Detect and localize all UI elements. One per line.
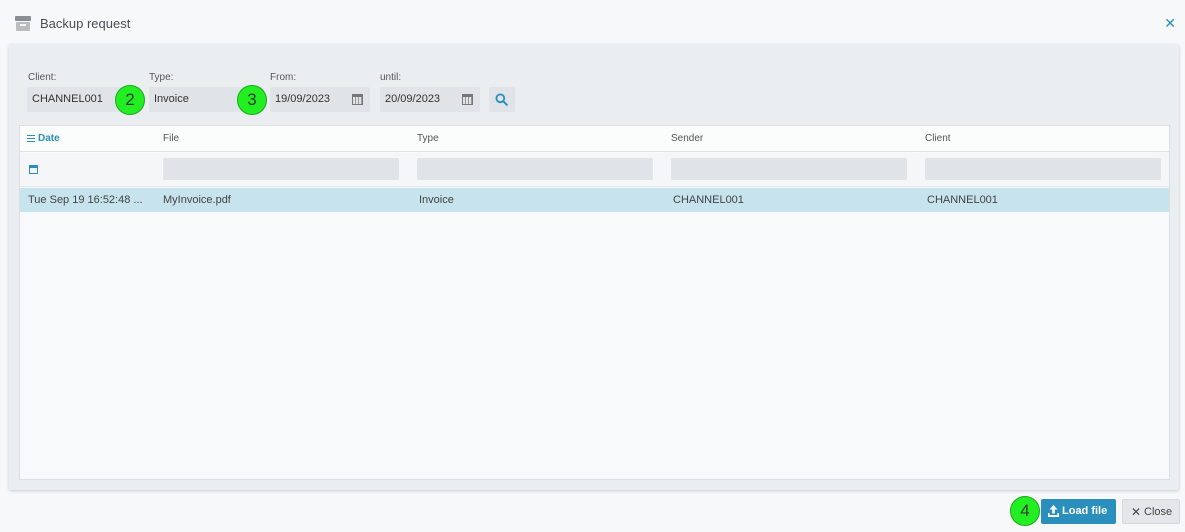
- from-date-value: 19/09/2023: [275, 93, 331, 105]
- search-icon: [495, 93, 508, 106]
- load-file-label: Load file: [1062, 505, 1108, 517]
- file-filter-input[interactable]: [163, 158, 399, 180]
- load-file-button[interactable]: Load file: [1041, 499, 1116, 524]
- step-marker: 4: [1010, 496, 1040, 526]
- until-date-value: 20/09/2023: [385, 93, 441, 105]
- column-header-date[interactable]: Date: [27, 133, 60, 144]
- cell-file: MyInvoice.pdf: [163, 194, 231, 206]
- from-label: From:: [270, 72, 297, 83]
- until-label: until:: [380, 72, 402, 83]
- close-icon: ✕: [1131, 505, 1142, 519]
- grid-header: Date File Type Sender Client: [20, 126, 1169, 152]
- archive-box-icon: [15, 16, 31, 31]
- cell-type: Invoice: [419, 194, 454, 206]
- cell-client: CHANNEL001: [927, 194, 998, 206]
- type-filter-input[interactable]: [417, 158, 653, 180]
- client-value: CHANNEL001: [32, 93, 103, 105]
- type-label: Type:: [149, 72, 174, 83]
- close-button[interactable]: ✕ Close: [1122, 499, 1180, 524]
- until-date-field[interactable]: 20/09/2023: [380, 87, 480, 112]
- sender-filter-input[interactable]: [671, 158, 907, 180]
- calendar-icon[interactable]: [462, 94, 473, 105]
- filter-row: [20, 153, 1169, 187]
- calendar-icon[interactable]: [352, 94, 363, 105]
- column-header-sender[interactable]: Sender: [671, 133, 703, 144]
- type-value: Invoice: [154, 93, 189, 105]
- step-marker: 2: [115, 85, 145, 115]
- table-row[interactable]: Tue Sep 19 16:52:48 ... MyInvoice.pdf In…: [20, 188, 1169, 212]
- client-label: Client:: [28, 72, 57, 83]
- calendar-icon[interactable]: [29, 165, 38, 174]
- column-header-file[interactable]: File: [163, 133, 179, 144]
- results-grid: Date File Type Sender Client Tue Sep 19 …: [19, 125, 1170, 480]
- step-marker: 3: [237, 85, 267, 115]
- search-button[interactable]: [489, 87, 515, 112]
- client-filter-input[interactable]: [925, 158, 1161, 180]
- column-header-client[interactable]: Client: [925, 133, 951, 144]
- cell-date: Tue Sep 19 16:52:48 ...: [28, 194, 143, 206]
- upload-icon: [1048, 505, 1059, 517]
- title-bar: Backup request ✕: [0, 0, 1185, 46]
- column-header-type[interactable]: Type: [417, 133, 439, 144]
- close-icon[interactable]: ✕: [1164, 16, 1176, 30]
- window-title: Backup request: [40, 16, 131, 31]
- cell-sender: CHANNEL001: [673, 194, 744, 206]
- menu-icon: [27, 135, 35, 142]
- close-label: Close: [1144, 506, 1173, 518]
- from-date-field[interactable]: 19/09/2023: [270, 87, 370, 112]
